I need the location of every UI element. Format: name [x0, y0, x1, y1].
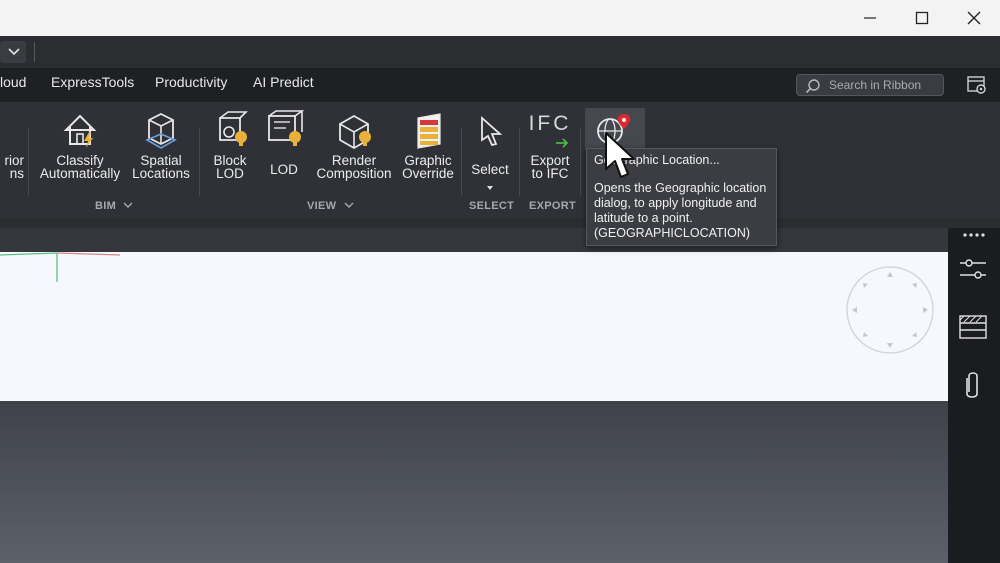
- minimize-icon: [864, 17, 876, 19]
- group-label-view[interactable]: VIEW: [307, 200, 354, 212]
- export-to-ifc-button[interactable]: IFC Export to IFC: [522, 102, 578, 194]
- chevron-down-icon: [344, 202, 354, 208]
- export-arrow-icon: [556, 138, 569, 148]
- ribbon-search[interactable]: [796, 74, 944, 96]
- close-icon: [967, 11, 981, 25]
- dropdown-arrow-icon: [487, 186, 493, 190]
- ribbon-divider: [580, 128, 581, 196]
- ribbon-divider: [461, 128, 462, 196]
- mouse-pointer-icon: [605, 132, 635, 178]
- ribbon-divider: [199, 128, 200, 196]
- layers-hatch-icon[interactable]: [958, 314, 988, 340]
- block-lod-button[interactable]: Block LOD: [204, 102, 256, 194]
- title-bar: [0, 0, 1000, 36]
- tab-expresstools[interactable]: ExpressTools: [51, 68, 134, 98]
- ribbon-settings-button[interactable]: [964, 74, 990, 96]
- ribbon-settings-icon: [967, 76, 986, 94]
- classify-house-icon: [63, 114, 97, 148]
- group-label-bim[interactable]: BIM: [95, 200, 133, 212]
- render-composition-button[interactable]: Render Composition: [312, 102, 396, 194]
- drawing-canvas-ground[interactable]: [0, 401, 948, 563]
- search-icon: [805, 79, 820, 94]
- quick-access-toolbar: [0, 36, 1000, 68]
- lod-icon: [268, 110, 304, 146]
- ifc-icon-text: IFC: [528, 112, 572, 135]
- ribbon-divider: [28, 128, 29, 196]
- tab-cloud[interactable]: loud: [0, 68, 26, 98]
- minimize-button[interactable]: [844, 0, 896, 36]
- document-tab-strip: [0, 228, 948, 252]
- close-button[interactable]: [948, 0, 1000, 36]
- chevron-down-icon: [123, 202, 133, 208]
- spatial-locations-button[interactable]: Spatial Locations: [128, 102, 194, 194]
- select-button[interactable]: Select: [464, 102, 516, 194]
- group-label-export: EXPORT: [529, 200, 577, 212]
- graphic-override-button[interactable]: Graphic Override: [398, 102, 458, 194]
- select-cursor-icon: [481, 115, 503, 147]
- more-options-icon[interactable]: [958, 230, 992, 240]
- graphic-override-label: Graphic Override: [402, 153, 454, 181]
- spatial-locations-label: Spatial Locations: [132, 153, 190, 181]
- spatial-locations-icon: [145, 112, 177, 149]
- toolbar-divider: [34, 42, 35, 62]
- tab-productivity[interactable]: Productivity: [155, 68, 227, 98]
- drawing-canvas[interactable]: [0, 252, 948, 401]
- search-input[interactable]: [829, 77, 939, 93]
- tab-ai-predict[interactable]: AI Predict: [253, 68, 314, 98]
- lod-label: LOD: [270, 162, 298, 177]
- tooltip-description: Opens the Geographic location dialog, to…: [594, 181, 767, 240]
- graphic-override-icon: [417, 113, 441, 149]
- render-composition-icon: [339, 114, 371, 150]
- maximize-icon: [915, 11, 929, 25]
- group-label-select: SELECT: [469, 200, 515, 212]
- partial-ribbon-button[interactable]: rior ns: [0, 102, 26, 194]
- ucs-axes-icon: [0, 252, 121, 282]
- partial-button-label: rior ns: [4, 153, 25, 181]
- lod-button[interactable]: LOD: [258, 102, 310, 194]
- classify-automatically-label: Classify Automatically: [39, 153, 121, 181]
- attachment-icon[interactable]: [963, 368, 983, 400]
- block-lod-label: Block LOD: [213, 153, 247, 181]
- export-to-ifc-label: Export to IFC: [530, 153, 570, 181]
- block-lod-icon: [219, 111, 248, 146]
- classify-automatically-button[interactable]: Classify Automatically: [34, 102, 126, 194]
- workspace-dropdown[interactable]: [0, 41, 26, 63]
- ribbon-divider: [519, 128, 520, 196]
- navigation-wheel-icon[interactable]: [844, 264, 936, 356]
- ribbon-bottom-edge: [0, 218, 1000, 228]
- select-label: Select: [471, 162, 509, 177]
- right-side-panel: [948, 228, 1000, 563]
- ribbon-panel: rior ns Classify Automatically Spatial Loca…: [0, 102, 1000, 218]
- render-composition-label: Render Composition: [316, 153, 392, 181]
- properties-sliders-icon[interactable]: [958, 256, 988, 282]
- maximize-button[interactable]: [896, 0, 948, 36]
- chevron-down-icon: [8, 48, 20, 56]
